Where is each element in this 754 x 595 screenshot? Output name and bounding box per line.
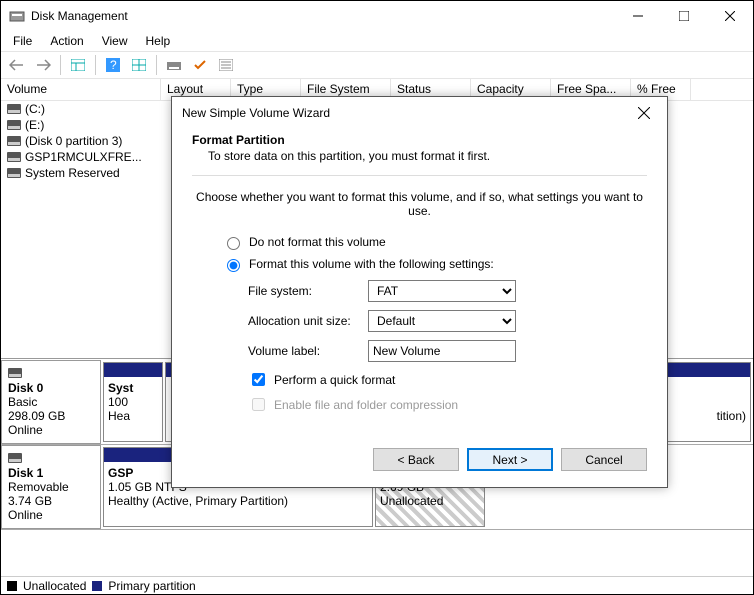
legend: Unallocated Primary partition	[1, 576, 753, 594]
dialog-title: New Simple Volume Wizard	[182, 106, 330, 120]
list-icon[interactable]	[214, 54, 238, 76]
checkbox-compression: Enable file and folder compression	[248, 395, 647, 414]
disk-name: Disk 0	[8, 381, 94, 395]
disk-icon	[8, 453, 22, 463]
checkbox-input[interactable]	[252, 373, 265, 386]
close-button[interactable]	[707, 1, 753, 31]
menu-help[interactable]: Help	[138, 32, 179, 50]
menu-action[interactable]: Action	[42, 32, 91, 50]
legend-label: Primary partition	[108, 579, 195, 593]
toolbar: ?	[1, 51, 753, 79]
wizard-dialog: New Simple Volume Wizard Format Partitio…	[171, 96, 668, 488]
col-volume[interactable]: Volume	[1, 79, 161, 100]
dialog-titlebar: New Simple Volume Wizard	[172, 97, 667, 129]
partition[interactable]: Syst 100 Hea	[103, 362, 163, 442]
volume-icon	[7, 168, 21, 178]
dialog-heading: Format Partition	[192, 133, 647, 147]
legend-label: Unallocated	[23, 579, 86, 593]
grid-icon[interactable]	[127, 54, 151, 76]
legend-swatch-primary	[92, 581, 102, 591]
help-icon[interactable]: ?	[101, 54, 125, 76]
volume-label: GSP1RMCULXFRE...	[25, 150, 142, 164]
allocation-select[interactable]: Default	[368, 310, 516, 332]
disk-size: 298.09 GB	[8, 409, 94, 423]
disk-label[interactable]: Disk 1 Removable 3.74 GB Online	[1, 445, 101, 529]
disk-icon	[8, 368, 22, 378]
disk-size: 3.74 GB	[8, 494, 94, 508]
back-icon[interactable]	[5, 54, 29, 76]
back-button[interactable]: < Back	[373, 448, 459, 471]
check-icon[interactable]	[188, 54, 212, 76]
titlebar: Disk Management	[1, 1, 753, 31]
checkbox-label: Perform a quick format	[274, 373, 395, 387]
volume-label: System Reserved	[25, 166, 120, 180]
disk-type: Basic	[8, 395, 94, 409]
volume-icon	[7, 152, 21, 162]
svg-text:?: ?	[110, 58, 117, 72]
disk-name: Disk 1	[8, 466, 94, 480]
volume-label-input[interactable]	[368, 340, 516, 362]
menu-file[interactable]: File	[5, 32, 40, 50]
radio-format-with-settings[interactable]: Format this volume with the following se…	[222, 256, 647, 272]
disk-status: Online	[8, 508, 94, 522]
menu-view[interactable]: View	[94, 32, 136, 50]
volume-label-label: Volume label:	[248, 344, 368, 358]
legend-swatch-unalloc	[7, 581, 17, 591]
volume-icon	[7, 104, 21, 114]
partition-info: Healthy (Active, Primary Partition)	[108, 494, 368, 508]
checkbox-quick-format[interactable]: Perform a quick format	[248, 370, 647, 389]
radio-input[interactable]	[227, 237, 240, 250]
partition-info: Unallocated	[380, 494, 480, 508]
volume-label: (E:)	[25, 118, 44, 132]
app-icon	[9, 8, 25, 24]
forward-icon[interactable]	[31, 54, 55, 76]
minimize-button[interactable]	[615, 1, 661, 31]
disk-icon[interactable]	[162, 54, 186, 76]
radio-label: Do not format this volume	[249, 235, 386, 249]
filesystem-select[interactable]: FAT	[368, 280, 516, 302]
volume-label: (Disk 0 partition 3)	[25, 134, 122, 148]
cancel-button[interactable]: Cancel	[561, 448, 647, 471]
radio-input[interactable]	[227, 259, 240, 272]
allocation-label: Allocation unit size:	[248, 314, 368, 328]
dialog-subheading: To store data on this partition, you mus…	[192, 149, 647, 175]
checkbox-label: Enable file and folder compression	[274, 398, 458, 412]
checkbox-input	[252, 398, 265, 411]
menubar: File Action View Help	[1, 31, 753, 51]
window-title: Disk Management	[31, 9, 615, 23]
partition-info: 100	[108, 395, 158, 409]
next-button[interactable]: Next >	[467, 448, 553, 471]
filesystem-label: File system:	[248, 284, 368, 298]
volume-icon	[7, 136, 21, 146]
dialog-instruction: Choose whether you want to format this v…	[192, 190, 647, 218]
volume-icon	[7, 120, 21, 130]
radio-do-not-format[interactable]: Do not format this volume	[222, 234, 647, 250]
volume-label: (C:)	[25, 102, 45, 116]
layout-icon[interactable]	[66, 54, 90, 76]
dialog-close-button[interactable]	[631, 102, 657, 124]
radio-label: Format this volume with the following se…	[249, 257, 494, 271]
disk-status: Online	[8, 423, 94, 437]
partition-name: Syst	[108, 381, 158, 395]
maximize-button[interactable]	[661, 1, 707, 31]
disk-type: Removable	[8, 480, 94, 494]
partition-info: Hea	[108, 409, 158, 423]
disk-label[interactable]: Disk 0 Basic 298.09 GB Online	[1, 360, 101, 444]
